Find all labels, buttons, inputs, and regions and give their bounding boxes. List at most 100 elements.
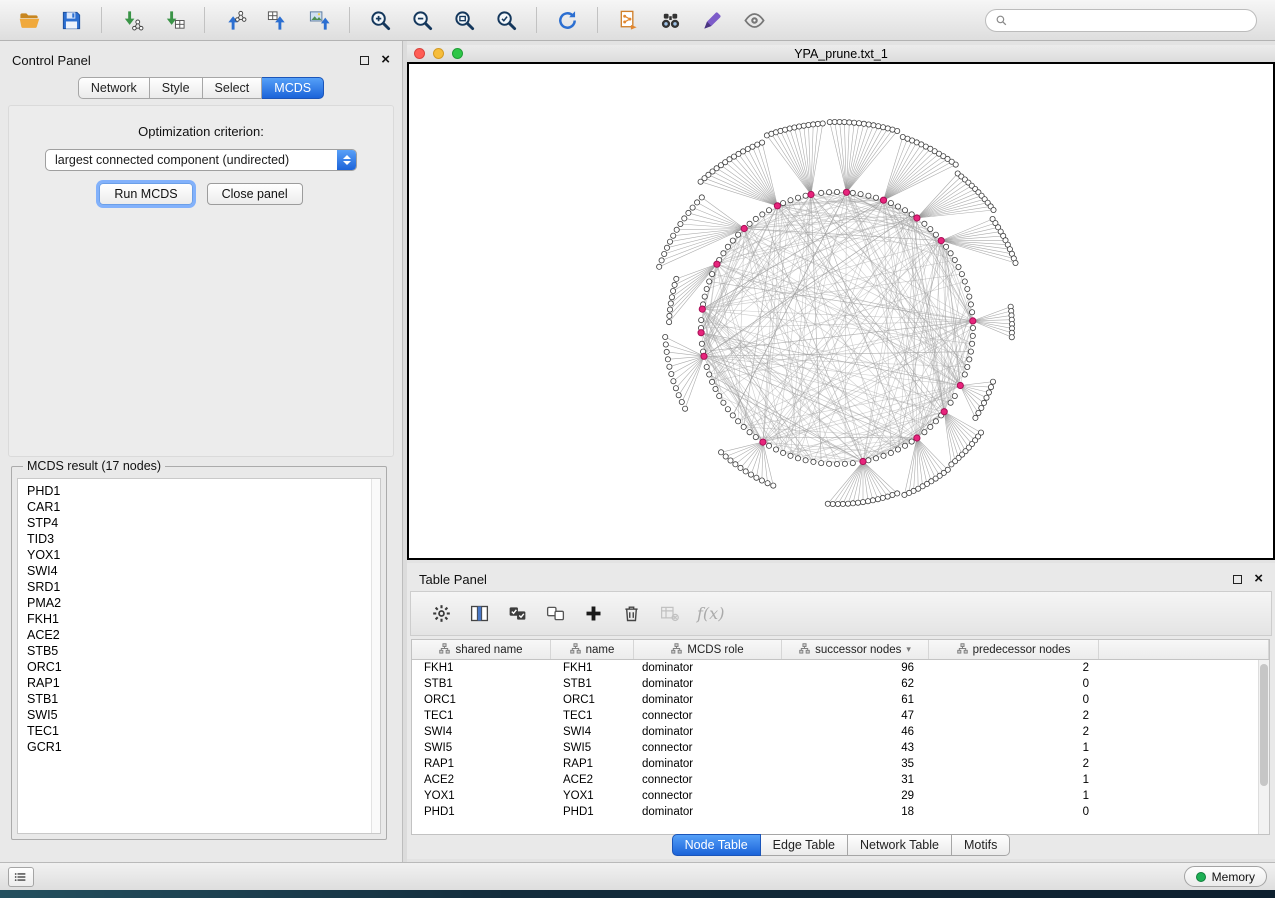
network-view-title: YPA_prune.txt_1 [407, 47, 1275, 61]
column-header-predecessor-nodes[interactable]: predecessor nodes [929, 640, 1099, 659]
mcds-result-item[interactable]: SWI5 [18, 707, 380, 723]
cell-role: connector [634, 708, 782, 724]
panel-menu-button[interactable] [8, 867, 34, 887]
mcds-result-item[interactable]: RAP1 [18, 675, 380, 691]
table-row[interactable]: YOX1YOX1connector291 [412, 788, 1258, 804]
search-input[interactable] [1014, 13, 1247, 27]
table-row[interactable]: FKH1FKH1dominator962 [412, 660, 1258, 676]
column-header-label: name [586, 644, 615, 656]
mcds-result-item[interactable]: GCR1 [18, 739, 380, 755]
mcds-result-item[interactable]: TEC1 [18, 723, 380, 739]
cell-role: connector [634, 772, 782, 788]
show-hide-details-button[interactable] [735, 4, 773, 36]
save-session-button[interactable] [52, 4, 90, 36]
close-panel-icon[interactable]: × [381, 55, 390, 65]
network-graph[interactable] [409, 64, 1273, 558]
tab-edge-table[interactable]: Edge Table [761, 834, 848, 856]
zoom-selected-button[interactable] [487, 4, 525, 36]
memory-button[interactable]: Memory [1184, 866, 1267, 887]
cell-successors: 31 [782, 772, 929, 788]
tab-network-table[interactable]: Network Table [848, 834, 952, 856]
optimization-criterion-select[interactable]: largest connected component (undirected) [45, 149, 357, 171]
mcds-result-item[interactable]: STB5 [18, 643, 380, 659]
close-table-panel-icon[interactable]: × [1254, 574, 1263, 584]
cell-shared_name: ORC1 [412, 692, 551, 708]
table-scrollbar[interactable] [1258, 660, 1269, 834]
mcds-result-item[interactable]: PHD1 [18, 483, 380, 499]
mcds-result-item[interactable]: TID3 [18, 531, 380, 547]
mcds-result-item[interactable]: CAR1 [18, 499, 380, 515]
mcds-result-item[interactable]: YOX1 [18, 547, 380, 563]
tab-style[interactable]: Style [150, 77, 203, 99]
export-image-button[interactable] [300, 4, 338, 36]
table-row[interactable]: ACE2ACE2connector311 [412, 772, 1258, 788]
mcds-result-item[interactable]: STB1 [18, 691, 380, 707]
export-table-button[interactable] [258, 4, 296, 36]
mcds-result-item[interactable]: PMA2 [18, 595, 380, 611]
show-columns-button[interactable] [463, 598, 495, 630]
column-header-name[interactable]: name [551, 640, 634, 659]
table-row[interactable]: SWI5SWI5connector431 [412, 740, 1258, 756]
apply-layout-button[interactable] [548, 4, 586, 36]
share-document-button[interactable] [609, 4, 647, 36]
run-mcds-button[interactable]: Run MCDS [99, 183, 192, 205]
mcds-result-item[interactable]: SWI4 [18, 563, 380, 579]
cell-successors: 43 [782, 740, 929, 756]
mcds-result-item[interactable]: ORC1 [18, 659, 380, 675]
table-scrollbar-thumb[interactable] [1260, 664, 1268, 786]
table-row[interactable]: STB1STB1dominator620 [412, 676, 1258, 692]
network-canvas[interactable] [407, 62, 1275, 560]
first-neighbors-button[interactable] [651, 4, 689, 36]
cell-shared_name: SWI5 [412, 740, 551, 756]
tab-motifs[interactable]: Motifs [952, 834, 1010, 856]
column-header-mcds-role[interactable]: MCDS role [634, 640, 782, 659]
close-panel-button[interactable]: Close panel [207, 183, 303, 205]
tab-mcds[interactable]: MCDS [262, 77, 324, 99]
mcds-result-item[interactable]: SRD1 [18, 579, 380, 595]
cell-predecessors: 0 [929, 692, 1099, 708]
select-all-button[interactable] [501, 598, 533, 630]
zoom-out-button[interactable] [403, 4, 441, 36]
table-row[interactable]: SWI4SWI4dominator462 [412, 724, 1258, 740]
column-header-shared-name[interactable]: shared name [412, 640, 551, 659]
share-document-icon [617, 9, 640, 32]
graphics-details-button[interactable] [693, 4, 731, 36]
add-column-button[interactable] [577, 598, 609, 630]
search-icon [995, 14, 1008, 27]
cell-filler [1099, 740, 1258, 756]
graphics-details-icon [701, 9, 724, 32]
tab-select[interactable]: Select [203, 77, 263, 99]
import-table-button[interactable] [155, 4, 193, 36]
optimization-criterion-label: Optimization criterion: [9, 124, 393, 139]
float-panel-icon[interactable] [360, 56, 369, 65]
cell-name: RAP1 [551, 756, 634, 772]
zoom-fit-button[interactable] [445, 4, 483, 36]
table-row[interactable]: RAP1RAP1dominator352 [412, 756, 1258, 772]
import-network-button[interactable] [113, 4, 151, 36]
tab-network[interactable]: Network [78, 77, 150, 99]
zoom-in-button[interactable] [361, 4, 399, 36]
cell-role: dominator [634, 660, 782, 676]
table-row[interactable]: PHD1PHD1dominator180 [412, 804, 1258, 820]
toolbar-separator [597, 7, 598, 33]
table-mode-button[interactable] [425, 598, 457, 630]
cell-predecessors: 1 [929, 772, 1099, 788]
delete-column-button[interactable] [615, 598, 647, 630]
cell-name: TEC1 [551, 708, 634, 724]
mcds-result-item[interactable]: STP4 [18, 515, 380, 531]
export-table-icon [266, 9, 289, 32]
export-network-button[interactable] [216, 4, 254, 36]
mcds-result-item[interactable]: ACE2 [18, 627, 380, 643]
tab-node-table[interactable]: Node Table [672, 834, 761, 856]
table-row[interactable]: TEC1TEC1connector472 [412, 708, 1258, 724]
mcds-list-scrollbar[interactable] [371, 479, 380, 833]
column-header-successor-nodes[interactable]: successor nodes▾ [782, 640, 929, 659]
deselect-all-button[interactable] [539, 598, 571, 630]
table-row[interactable]: ORC1ORC1dominator610 [412, 692, 1258, 708]
open-file-button[interactable] [10, 4, 48, 36]
mcds-result-item[interactable]: FKH1 [18, 611, 380, 627]
float-table-panel-icon[interactable] [1233, 575, 1242, 584]
network-window-titlebar: YPA_prune.txt_1 [407, 45, 1275, 62]
search-box[interactable] [985, 9, 1257, 32]
cell-name: YOX1 [551, 788, 634, 804]
